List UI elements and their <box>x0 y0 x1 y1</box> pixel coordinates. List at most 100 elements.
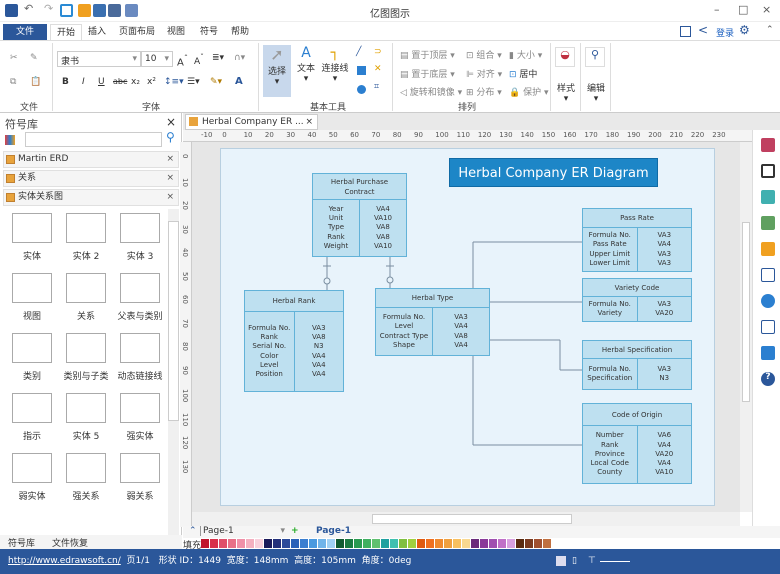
color-swatch[interactable] <box>471 539 479 548</box>
color-swatch[interactable] <box>444 539 452 548</box>
entity-herbal-type[interactable]: Herbal Type Formula No. Level Contract Type… <box>375 288 490 356</box>
outline-view-icon[interactable]: ▯ <box>572 549 577 574</box>
color-swatch[interactable] <box>453 539 461 548</box>
scroll-thumb[interactable] <box>372 514 572 524</box>
diagram-title[interactable]: Herbal Company ER Diagram <box>449 158 658 187</box>
color-swatch[interactable] <box>201 539 209 548</box>
field-type: VA4 <box>657 459 672 468</box>
field-types: VA6 VA4 VA20 VA4 VA10 <box>638 426 692 483</box>
color-swatch[interactable] <box>543 539 551 548</box>
color-swatch[interactable] <box>327 539 335 548</box>
color-swatch[interactable] <box>210 539 218 548</box>
field-name: Position <box>255 370 283 379</box>
field-names: Number Rank Province Local Code County <box>583 426 638 483</box>
color-swatch[interactable] <box>417 539 425 548</box>
color-swatch[interactable] <box>525 539 533 548</box>
color-swatch[interactable] <box>498 539 506 548</box>
layers-panel-icon[interactable] <box>761 242 775 256</box>
field-name: Year <box>328 204 344 213</box>
navigation-panel-icon[interactable] <box>761 294 775 308</box>
color-swatch[interactable] <box>345 539 353 548</box>
field-type: VA10 <box>373 214 393 223</box>
entity-pass-rate[interactable]: Pass Rate Formula No. Pass Rate Upper Limit… <box>582 208 692 272</box>
color-swatch[interactable] <box>435 539 443 548</box>
field-types: VA3 VA8 N3 VA4 VA4 VA4 <box>295 312 344 391</box>
field-type: N3 <box>313 342 324 351</box>
field-name: Upper Limit <box>589 249 631 258</box>
field-name: Formula No. <box>588 364 631 373</box>
color-swatch[interactable] <box>516 539 524 548</box>
field-type: VA20 <box>655 309 674 317</box>
field-types: VA3 VA4 VA3 VA3 <box>638 228 692 271</box>
field-type: VA3 <box>657 299 672 308</box>
field-types: VA3 N3 <box>638 359 692 389</box>
field-name: Formula No. <box>382 312 426 321</box>
color-swatch[interactable] <box>309 539 317 548</box>
field-type: VA20 <box>655 449 674 458</box>
image-panel-icon[interactable] <box>761 216 775 230</box>
color-swatch[interactable] <box>390 539 398 548</box>
page-nav-up-icon[interactable]: ⌃ <box>189 526 197 536</box>
website-link[interactable]: http://www.edrawsoft.cn/ <box>8 556 121 566</box>
entity-header: Variety Code <box>583 279 691 297</box>
color-swatch[interactable] <box>363 539 371 548</box>
color-swatch[interactable] <box>300 539 308 548</box>
color-swatch[interactable] <box>381 539 389 548</box>
field-name: Color <box>260 351 279 360</box>
entity-header: Herbal Purchase Contract <box>313 174 406 200</box>
color-swatch[interactable] <box>228 539 236 548</box>
notes-panel-icon[interactable] <box>761 320 775 334</box>
shape-angle: 角度：0deg <box>361 556 412 566</box>
field-name: Rank <box>327 232 345 241</box>
shape-id: 形状 ID：1449 <box>158 556 221 566</box>
vertical-scrollbar[interactable] <box>740 142 752 512</box>
entity-header: Herbal Type <box>376 289 489 308</box>
field-type: VA4 <box>454 340 468 349</box>
color-swatch[interactable] <box>291 539 299 548</box>
field-type: VA8 <box>454 331 468 340</box>
color-swatch[interactable] <box>426 539 434 548</box>
color-swatch[interactable] <box>336 539 344 548</box>
color-swatch[interactable] <box>237 539 245 548</box>
color-swatch[interactable] <box>408 539 416 548</box>
zoom-slider[interactable] <box>600 561 630 562</box>
color-swatch[interactable] <box>372 539 380 548</box>
scroll-thumb[interactable] <box>742 222 750 402</box>
color-swatch[interactable] <box>255 539 263 548</box>
entity-herbal-purchase-contract[interactable]: Herbal Purchase Contract Year Unit Type Rank… <box>312 173 407 257</box>
add-page-icon[interactable]: + <box>291 526 299 536</box>
field-name: Local Code <box>590 459 629 468</box>
color-swatch[interactable] <box>273 539 281 548</box>
page-tab[interactable]: Page-1 <box>316 526 351 536</box>
page-panel-icon[interactable] <box>761 268 775 282</box>
cardinality-circle <box>323 277 331 285</box>
color-swatch[interactable] <box>489 539 497 548</box>
field-type: VA10 <box>373 241 393 250</box>
color-swatch[interactable] <box>318 539 326 548</box>
color-swatch[interactable] <box>534 539 542 548</box>
page-selector[interactable]: Page-1 ▾ <box>200 526 285 536</box>
help-icon[interactable]: ? <box>761 372 775 386</box>
color-swatch[interactable] <box>354 539 362 548</box>
normal-view-icon[interactable] <box>556 556 566 566</box>
fill-panel-icon[interactable] <box>761 190 775 204</box>
comment-panel-icon[interactable] <box>761 346 775 360</box>
horizontal-scrollbar[interactable] <box>192 512 740 526</box>
field-type: VA6 <box>657 431 672 440</box>
entity-herbal-specification[interactable]: Herbal Specification Formula No. Specifica… <box>582 340 692 390</box>
color-swatch[interactable] <box>264 539 272 548</box>
fit-icon[interactable]: ⊤ <box>588 549 596 574</box>
entity-code-of-origin[interactable]: Code of Origin Number Rank Province Local Co… <box>582 403 692 484</box>
color-swatch[interactable] <box>246 539 254 548</box>
entity-herbal-rank[interactable]: Herbal Rank Formula No. Rank Serial No. Colo… <box>244 290 344 392</box>
color-swatch[interactable] <box>507 539 515 548</box>
line-panel-icon[interactable] <box>761 164 775 178</box>
color-swatch[interactable] <box>219 539 227 548</box>
entity-variety-code[interactable]: Variety Code Formula No. Variety VA3 VA20 <box>582 278 692 322</box>
color-swatch[interactable] <box>399 539 407 548</box>
field-types: VA3 VA4 VA8 VA4 <box>433 308 489 355</box>
style-panel-icon[interactable] <box>761 138 775 152</box>
color-swatch[interactable] <box>462 539 470 548</box>
color-swatch[interactable] <box>282 539 290 548</box>
color-swatch[interactable] <box>480 539 488 548</box>
